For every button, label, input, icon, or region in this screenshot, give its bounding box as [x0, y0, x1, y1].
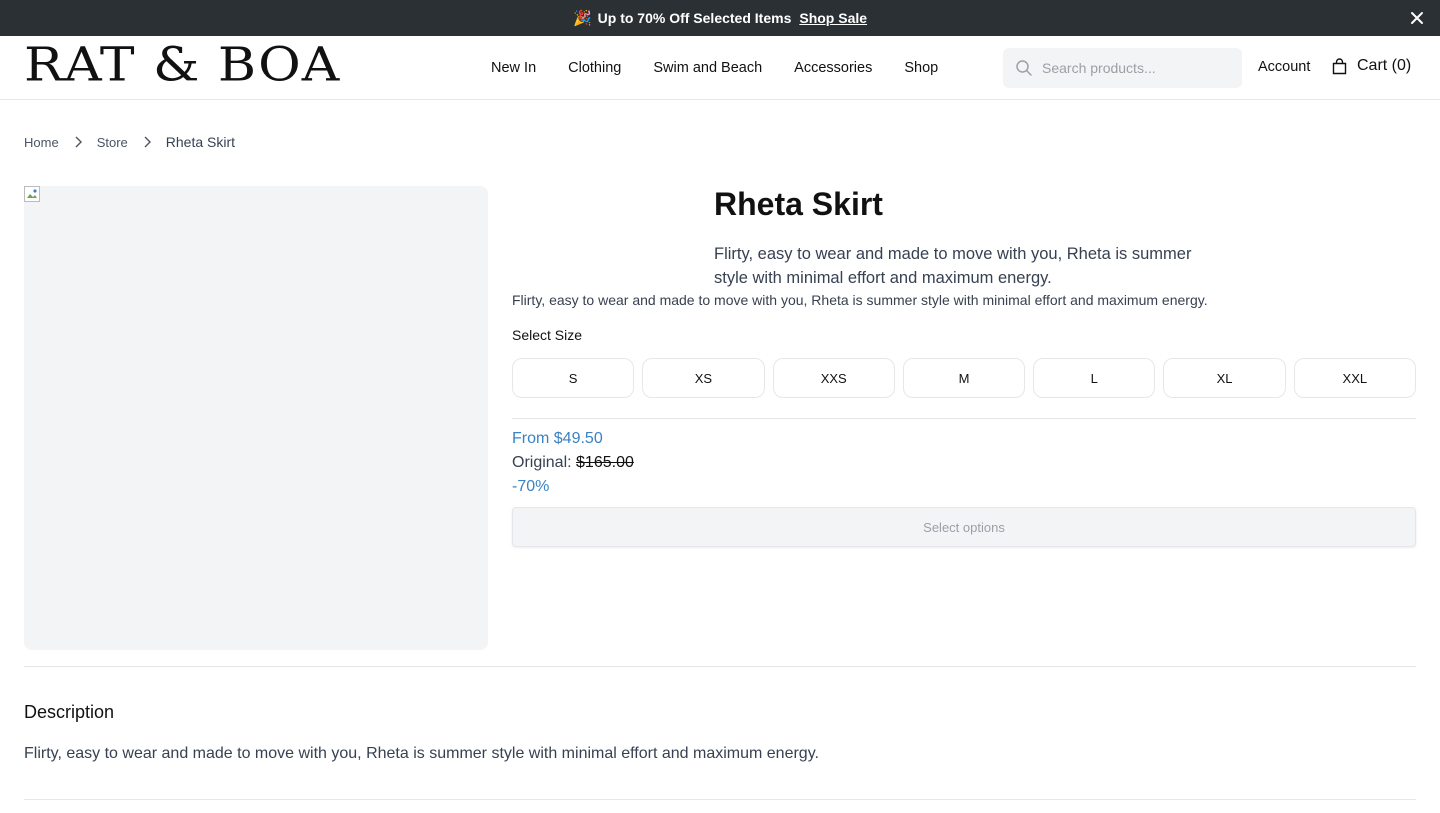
- size-option-xxl[interactable]: XXL: [1293, 358, 1416, 398]
- search-box[interactable]: [1003, 48, 1242, 88]
- brand-logo[interactable]: RAT & BOA: [24, 42, 340, 89]
- size-option-l[interactable]: L: [1033, 358, 1156, 398]
- party-popper-icon: 🎉: [572, 10, 592, 27]
- breadcrumb: Home Store Rheta Skirt: [24, 134, 235, 150]
- price-from: From $49.50: [512, 430, 603, 447]
- product-short-description: Flirty, easy to wear and made to move wi…: [714, 245, 1192, 287]
- close-icon[interactable]: [1408, 9, 1426, 27]
- breadcrumb-store[interactable]: Store: [97, 135, 128, 150]
- size-option-xl[interactable]: XL: [1163, 358, 1286, 398]
- select-options-button[interactable]: Select options: [512, 507, 1416, 547]
- promo-text: Up to 70% Off Selected Items: [597, 10, 792, 26]
- chevron-right-icon: [75, 136, 82, 148]
- nav-item-shop[interactable]: Shop: [904, 60, 938, 76]
- site-header: RAT & BOA New In Clothing Swim and Beach…: [0, 36, 1440, 100]
- divider: [512, 418, 1416, 419]
- discount-badge: -70%: [512, 478, 550, 495]
- search-icon: [1016, 60, 1032, 76]
- size-label: Select Size: [512, 327, 583, 343]
- account-link[interactable]: Account: [1258, 59, 1310, 75]
- shop-sale-link[interactable]: Shop Sale: [799, 10, 867, 26]
- product-long-description: Flirty, easy to wear and made to move wi…: [512, 292, 1208, 308]
- main-nav: New In Clothing Swim and Beach Accessori…: [491, 36, 970, 100]
- nav-item-accessories[interactable]: Accessories: [794, 60, 872, 76]
- size-option-xxs[interactable]: XXS: [772, 358, 895, 398]
- search-input[interactable]: [1042, 60, 1232, 76]
- nav-item-swim-and-beach[interactable]: Swim and Beach: [653, 60, 762, 76]
- cart-label: Cart (0): [1357, 57, 1412, 74]
- cart-button[interactable]: Cart (0): [1331, 57, 1411, 75]
- size-selector: S XS XXS M L XL XXL: [512, 358, 1416, 398]
- product-image[interactable]: [24, 186, 488, 650]
- breadcrumb-home[interactable]: Home: [24, 135, 59, 150]
- description-body: Flirty, easy to wear and made to move wi…: [24, 745, 819, 762]
- description-heading: Description: [24, 702, 115, 722]
- original-price-label: Original:: [512, 454, 572, 471]
- size-option-xs[interactable]: XS: [642, 358, 765, 398]
- size-option-m[interactable]: M: [902, 358, 1026, 398]
- broken-image-icon: [24, 186, 40, 202]
- shopping-bag-icon: [1332, 57, 1347, 74]
- chevron-right-icon: [144, 136, 151, 148]
- product-title: Rheta Skirt: [714, 186, 883, 222]
- promo-bar: 🎉 Up to 70% Off Selected Items Shop Sale: [0, 0, 1440, 36]
- divider: [24, 666, 1416, 667]
- original-price-value: $165.00: [576, 454, 634, 471]
- breadcrumb-current: Rheta Skirt: [165, 134, 236, 150]
- original-price: Original: $165.00: [512, 454, 634, 472]
- divider: [24, 799, 1416, 800]
- size-option-s[interactable]: S: [512, 358, 635, 398]
- nav-item-clothing[interactable]: Clothing: [568, 60, 621, 76]
- nav-item-new-in[interactable]: New In: [491, 60, 536, 76]
